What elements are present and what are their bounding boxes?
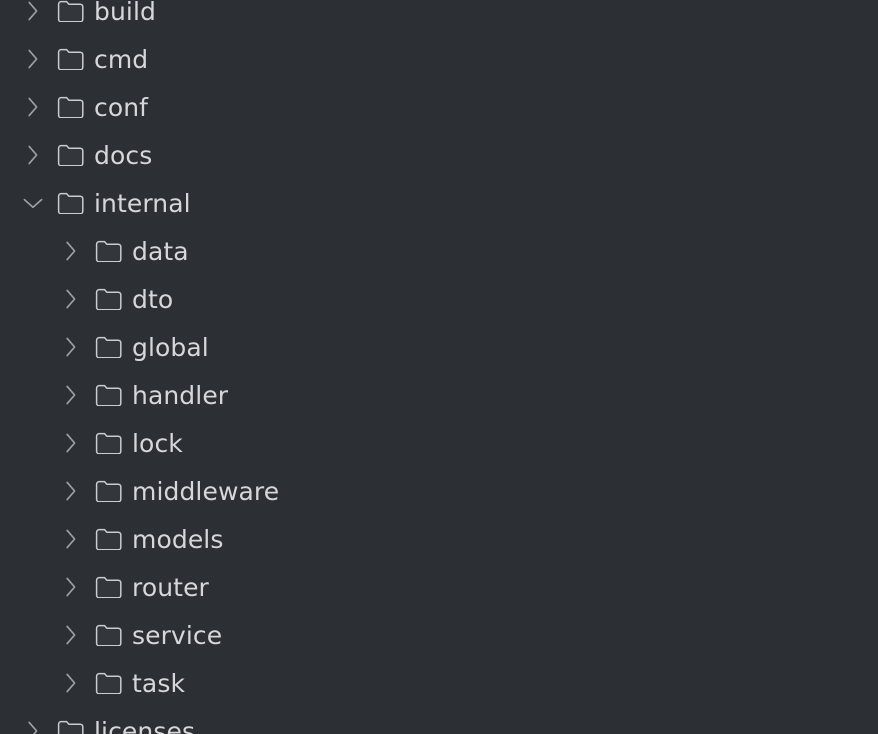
chevron-right-icon[interactable] bbox=[59, 479, 83, 503]
chevron-right-icon[interactable] bbox=[59, 335, 83, 359]
folder-icon bbox=[57, 94, 84, 121]
tree-row-label: internal bbox=[94, 188, 191, 218]
tree-row[interactable]: models bbox=[0, 515, 878, 563]
chevron-right-icon[interactable] bbox=[59, 623, 83, 647]
tree-row[interactable]: router bbox=[0, 563, 878, 611]
tree-row[interactable]: lock bbox=[0, 419, 878, 467]
folder-icon bbox=[95, 622, 122, 649]
tree-row[interactable]: task bbox=[0, 659, 878, 707]
chevron-right-icon[interactable] bbox=[59, 431, 83, 455]
folder-icon bbox=[95, 478, 122, 505]
chevron-right-icon[interactable] bbox=[21, 719, 45, 734]
tree-row-label: service bbox=[132, 620, 223, 650]
chevron-right-icon[interactable] bbox=[59, 383, 83, 407]
file-explorer-tree: build cmd conf docs internal data dto global han… bbox=[0, 0, 878, 734]
chevron-right-icon[interactable] bbox=[59, 287, 83, 311]
folder-icon bbox=[95, 334, 122, 361]
folder-icon bbox=[95, 238, 122, 265]
tree-row-label: global bbox=[132, 332, 209, 362]
folder-icon bbox=[57, 142, 84, 169]
folder-icon bbox=[95, 382, 122, 409]
folder-icon bbox=[95, 430, 122, 457]
tree-row[interactable]: docs bbox=[0, 131, 878, 179]
chevron-right-icon[interactable] bbox=[59, 671, 83, 695]
tree-row[interactable]: handler bbox=[0, 371, 878, 419]
tree-row-label: handler bbox=[132, 380, 229, 410]
chevron-right-icon[interactable] bbox=[21, 95, 45, 119]
folder-icon bbox=[95, 286, 122, 313]
tree-row-label: middleware bbox=[132, 476, 280, 506]
tree-row-label: cmd bbox=[94, 44, 149, 74]
tree-row[interactable]: cmd bbox=[0, 35, 878, 83]
tree-row[interactable]: conf bbox=[0, 83, 878, 131]
folder-icon bbox=[95, 670, 122, 697]
tree-row[interactable]: service bbox=[0, 611, 878, 659]
tree-row-list: build cmd conf docs internal data dto global han… bbox=[0, 0, 878, 734]
chevron-right-icon[interactable] bbox=[59, 527, 83, 551]
tree-row-label: lock bbox=[132, 428, 183, 458]
tree-row-label: docs bbox=[94, 140, 153, 170]
chevron-right-icon[interactable] bbox=[59, 239, 83, 263]
tree-row[interactable]: internal bbox=[0, 179, 878, 227]
tree-row[interactable]: data bbox=[0, 227, 878, 275]
tree-row-label: conf bbox=[94, 92, 149, 122]
tree-row-label: models bbox=[132, 524, 224, 554]
tree-row[interactable]: build bbox=[0, 0, 878, 35]
tree-row-label: licenses bbox=[94, 716, 196, 734]
chevron-down-icon[interactable] bbox=[21, 191, 45, 215]
folder-icon bbox=[57, 46, 84, 73]
chevron-right-icon[interactable] bbox=[21, 47, 45, 71]
folder-icon bbox=[95, 574, 122, 601]
tree-row-label: task bbox=[132, 668, 186, 698]
folder-icon bbox=[57, 0, 84, 25]
tree-row[interactable]: dto bbox=[0, 275, 878, 323]
tree-row-label: data bbox=[132, 236, 189, 266]
folder-icon bbox=[57, 190, 84, 217]
tree-row[interactable]: global bbox=[0, 323, 878, 371]
tree-row-label: build bbox=[94, 0, 156, 26]
tree-row-label: dto bbox=[132, 284, 174, 314]
tree-row[interactable]: licenses bbox=[0, 707, 878, 734]
chevron-right-icon[interactable] bbox=[21, 143, 45, 167]
folder-icon bbox=[95, 526, 122, 553]
chevron-right-icon[interactable] bbox=[59, 575, 83, 599]
tree-row-label: router bbox=[132, 572, 209, 602]
tree-row[interactable]: middleware bbox=[0, 467, 878, 515]
folder-icon bbox=[57, 718, 84, 734]
chevron-right-icon[interactable] bbox=[21, 0, 45, 23]
